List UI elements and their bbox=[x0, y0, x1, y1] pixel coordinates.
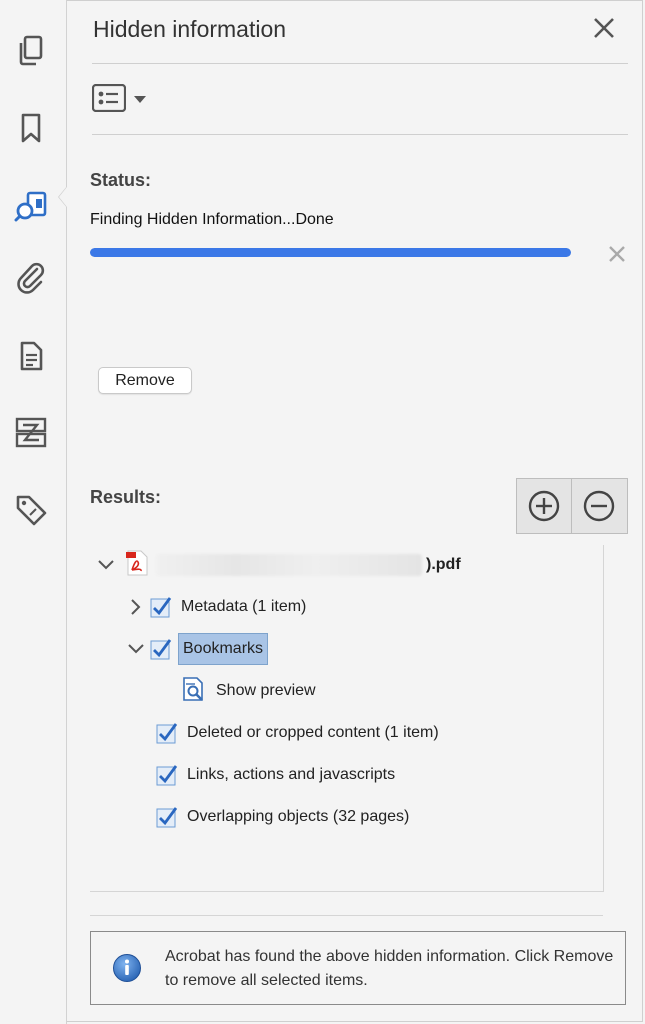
tree-file-row[interactable]: ).pdf bbox=[96, 550, 461, 580]
hidden-info-panel: Hidden information Status: Finding Hidde… bbox=[67, 0, 643, 1024]
bookmark-icon[interactable] bbox=[13, 110, 49, 146]
close-icon[interactable] bbox=[591, 15, 617, 41]
tree-item-label: Deleted or cropped content (1 item) bbox=[187, 724, 439, 741]
progress-bar bbox=[90, 248, 571, 257]
checkbox-checked-icon[interactable] bbox=[150, 638, 172, 660]
pdf-file-icon bbox=[126, 550, 148, 581]
remove-button[interactable]: Remove bbox=[98, 367, 192, 394]
divider bbox=[90, 915, 603, 916]
list-options-icon bbox=[91, 83, 127, 117]
status-label: Status: bbox=[90, 170, 152, 190]
collapse-all-button[interactable] bbox=[571, 479, 626, 533]
progress-fill bbox=[90, 248, 571, 257]
tree-item-label: Overlapping objects (32 pages) bbox=[187, 808, 410, 825]
cancel-search-icon[interactable] bbox=[607, 244, 627, 264]
info-message: Acrobat has found the above hidden infor… bbox=[165, 948, 614, 989]
tree-item-label-selected[interactable]: Bookmarks bbox=[178, 633, 269, 665]
tools-rail bbox=[0, 0, 67, 1024]
document-icon[interactable] bbox=[13, 338, 49, 374]
tree-item[interactable]: Metadata (1 item) bbox=[126, 592, 306, 622]
checkbox-checked-icon[interactable] bbox=[156, 806, 178, 828]
expand-all-button[interactable] bbox=[517, 479, 571, 533]
info-icon bbox=[112, 953, 142, 983]
tree-item[interactable]: Links, actions and javascripts bbox=[156, 760, 395, 790]
chevron-right-icon[interactable] bbox=[126, 597, 146, 617]
status-text: Finding Hidden Information...Done bbox=[90, 211, 334, 228]
checkbox-checked-icon[interactable] bbox=[156, 722, 178, 744]
tree-item-label: Links, actions and javascripts bbox=[187, 766, 396, 783]
checkbox-checked-icon[interactable] bbox=[150, 596, 172, 618]
active-pointer bbox=[58, 186, 67, 208]
tree-item[interactable]: Deleted or cropped content (1 item) bbox=[156, 718, 439, 748]
checkbox-checked-icon[interactable] bbox=[156, 764, 178, 786]
chevron-down-icon bbox=[134, 91, 146, 109]
info-message-box: Acrobat has found the above hidden infor… bbox=[90, 931, 626, 1005]
preview-icon bbox=[181, 676, 207, 707]
panel-title: Hidden information bbox=[93, 16, 287, 42]
show-preview-link[interactable]: Show preview bbox=[181, 676, 316, 706]
expand-collapse-group bbox=[516, 478, 628, 534]
tree-item[interactable]: Bookmarks bbox=[126, 633, 269, 665]
compare-icon[interactable] bbox=[13, 414, 49, 450]
redacted-filename bbox=[156, 554, 422, 576]
plus-circle-icon bbox=[528, 490, 560, 522]
show-preview-label: Show preview bbox=[216, 682, 316, 699]
attachment-icon[interactable] bbox=[13, 260, 49, 296]
options-menu-button[interactable] bbox=[91, 83, 154, 117]
file-extension: ).pdf bbox=[426, 556, 461, 573]
minus-circle-icon bbox=[583, 490, 615, 522]
divider bbox=[92, 134, 628, 135]
chevron-down-icon[interactable] bbox=[96, 555, 116, 575]
divider bbox=[92, 63, 628, 64]
chevron-down-icon[interactable] bbox=[126, 639, 146, 659]
results-tree: ).pdf Metadata (1 item) Bookmarks Show p… bbox=[90, 545, 604, 892]
tree-item[interactable]: Overlapping objects (32 pages) bbox=[156, 802, 409, 832]
tree-item-label: Metadata (1 item) bbox=[181, 598, 307, 615]
pages-icon[interactable] bbox=[13, 32, 49, 68]
tag-icon[interactable] bbox=[13, 492, 49, 528]
hidden-info-icon[interactable] bbox=[13, 188, 49, 224]
results-label: Results: bbox=[90, 487, 162, 507]
